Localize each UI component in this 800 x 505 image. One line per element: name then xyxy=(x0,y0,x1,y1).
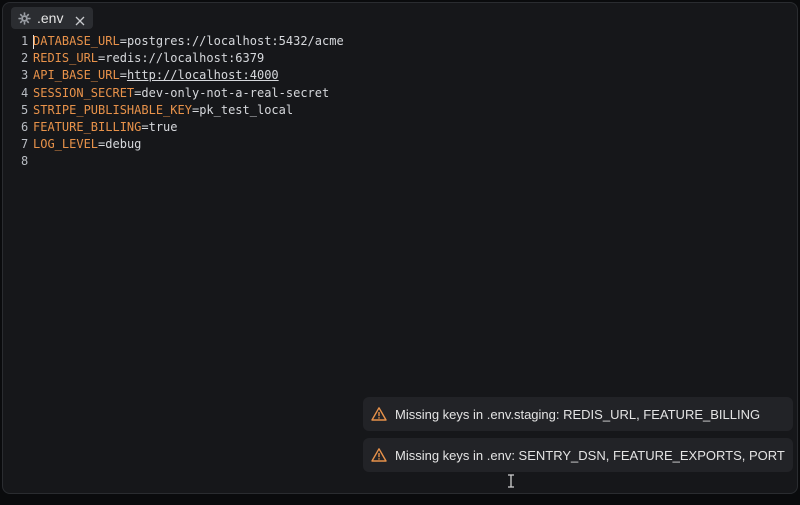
code-line: 2 REDIS_URL=redis://localhost:6379 xyxy=(3,50,797,67)
equals-sign: = xyxy=(119,34,127,48)
env-value: pk_test_local xyxy=(199,102,294,117)
gear-icon xyxy=(18,11,31,25)
line-number: 3 xyxy=(21,68,29,83)
notification-message: Missing keys in .env.staging: REDIS_URL,… xyxy=(395,406,761,422)
code-line: 4 SESSION_SECRET=dev-only-not-a-real-sec… xyxy=(3,85,797,102)
env-key: SESSION_SECRET xyxy=(33,85,135,100)
env-key: REDIS_URL xyxy=(33,51,99,66)
close-icon[interactable] xyxy=(75,13,85,26)
line-content[interactable]: STRIPE_PUBLISHABLE_KEY=pk_test_local xyxy=(33,102,293,119)
tab-bar: .env xyxy=(11,7,94,31)
line-number: 2 xyxy=(21,51,29,66)
env-key: FEATURE_BILLING xyxy=(33,119,142,134)
code-line: 1 DATABASE_URL=postgres://localhost:5432… xyxy=(3,33,797,50)
env-key: STRIPE_PUBLISHABLE_KEY xyxy=(33,102,192,117)
equals-sign: = xyxy=(119,68,127,83)
env-value-link[interactable]: http://localhost:4000 xyxy=(127,68,279,82)
env-key: DATABASE_URL xyxy=(33,34,120,48)
warning-notification[interactable]: Missing keys in .env.staging: REDIS_URL,… xyxy=(363,397,793,431)
notification-message: Missing keys in .env: SENTRY_DSN, FEATUR… xyxy=(395,447,785,463)
warning-notification[interactable]: Missing keys in .env: SENTRY_DSN, FEATUR… xyxy=(363,438,793,472)
warning-icon xyxy=(371,447,387,463)
line-number: 6 xyxy=(21,119,29,134)
env-value: postgres://localhost:5432/acme xyxy=(126,34,344,48)
tab-env[interactable]: .env xyxy=(11,7,94,29)
line-number: 4 xyxy=(21,85,29,100)
line-number: 5 xyxy=(21,102,29,117)
code-line: 8 xyxy=(3,153,797,170)
line-number: 7 xyxy=(21,137,29,152)
editor-window: .env 1 DATABASE_URL=postgres://localhost… xyxy=(2,2,798,494)
env-value: true xyxy=(148,119,178,134)
tab-label: .env xyxy=(37,10,64,26)
line-content[interactable]: SESSION_SECRET=dev-only-not-a-real-secre… xyxy=(33,85,329,102)
mouse-ibeam-cursor xyxy=(506,474,516,488)
line-content[interactable]: API_BASE_URL=http://localhost:4000 xyxy=(33,67,279,84)
code-line: 7 LOG_LEVEL=debug xyxy=(3,136,797,153)
env-value: debug xyxy=(105,137,142,152)
line-content[interactable]: REDIS_URL=redis://localhost:6379 xyxy=(33,50,264,67)
line-content[interactable]: LOG_LEVEL=debug xyxy=(33,136,141,153)
line-number: 1 xyxy=(21,34,29,48)
env-value: dev-only-not-a-real-secret xyxy=(141,85,330,100)
warning-icon xyxy=(371,406,387,422)
equals-sign: = xyxy=(141,119,149,134)
env-key: LOG_LEVEL xyxy=(33,137,99,152)
line-content[interactable]: FEATURE_BILLING=true xyxy=(33,119,178,136)
env-value: redis://localhost:6379 xyxy=(105,51,265,66)
code-line: 3 API_BASE_URL=http://localhost:4000 xyxy=(3,67,797,84)
line-number: 8 xyxy=(21,154,29,169)
code-line: 5 STRIPE_PUBLISHABLE_KEY=pk_test_local xyxy=(3,102,797,119)
line-content[interactable]: DATABASE_URL=postgres://localhost:5432/a… xyxy=(33,33,344,50)
env-key: API_BASE_URL xyxy=(33,68,120,83)
code-line: 6 FEATURE_BILLING=true xyxy=(3,119,797,136)
